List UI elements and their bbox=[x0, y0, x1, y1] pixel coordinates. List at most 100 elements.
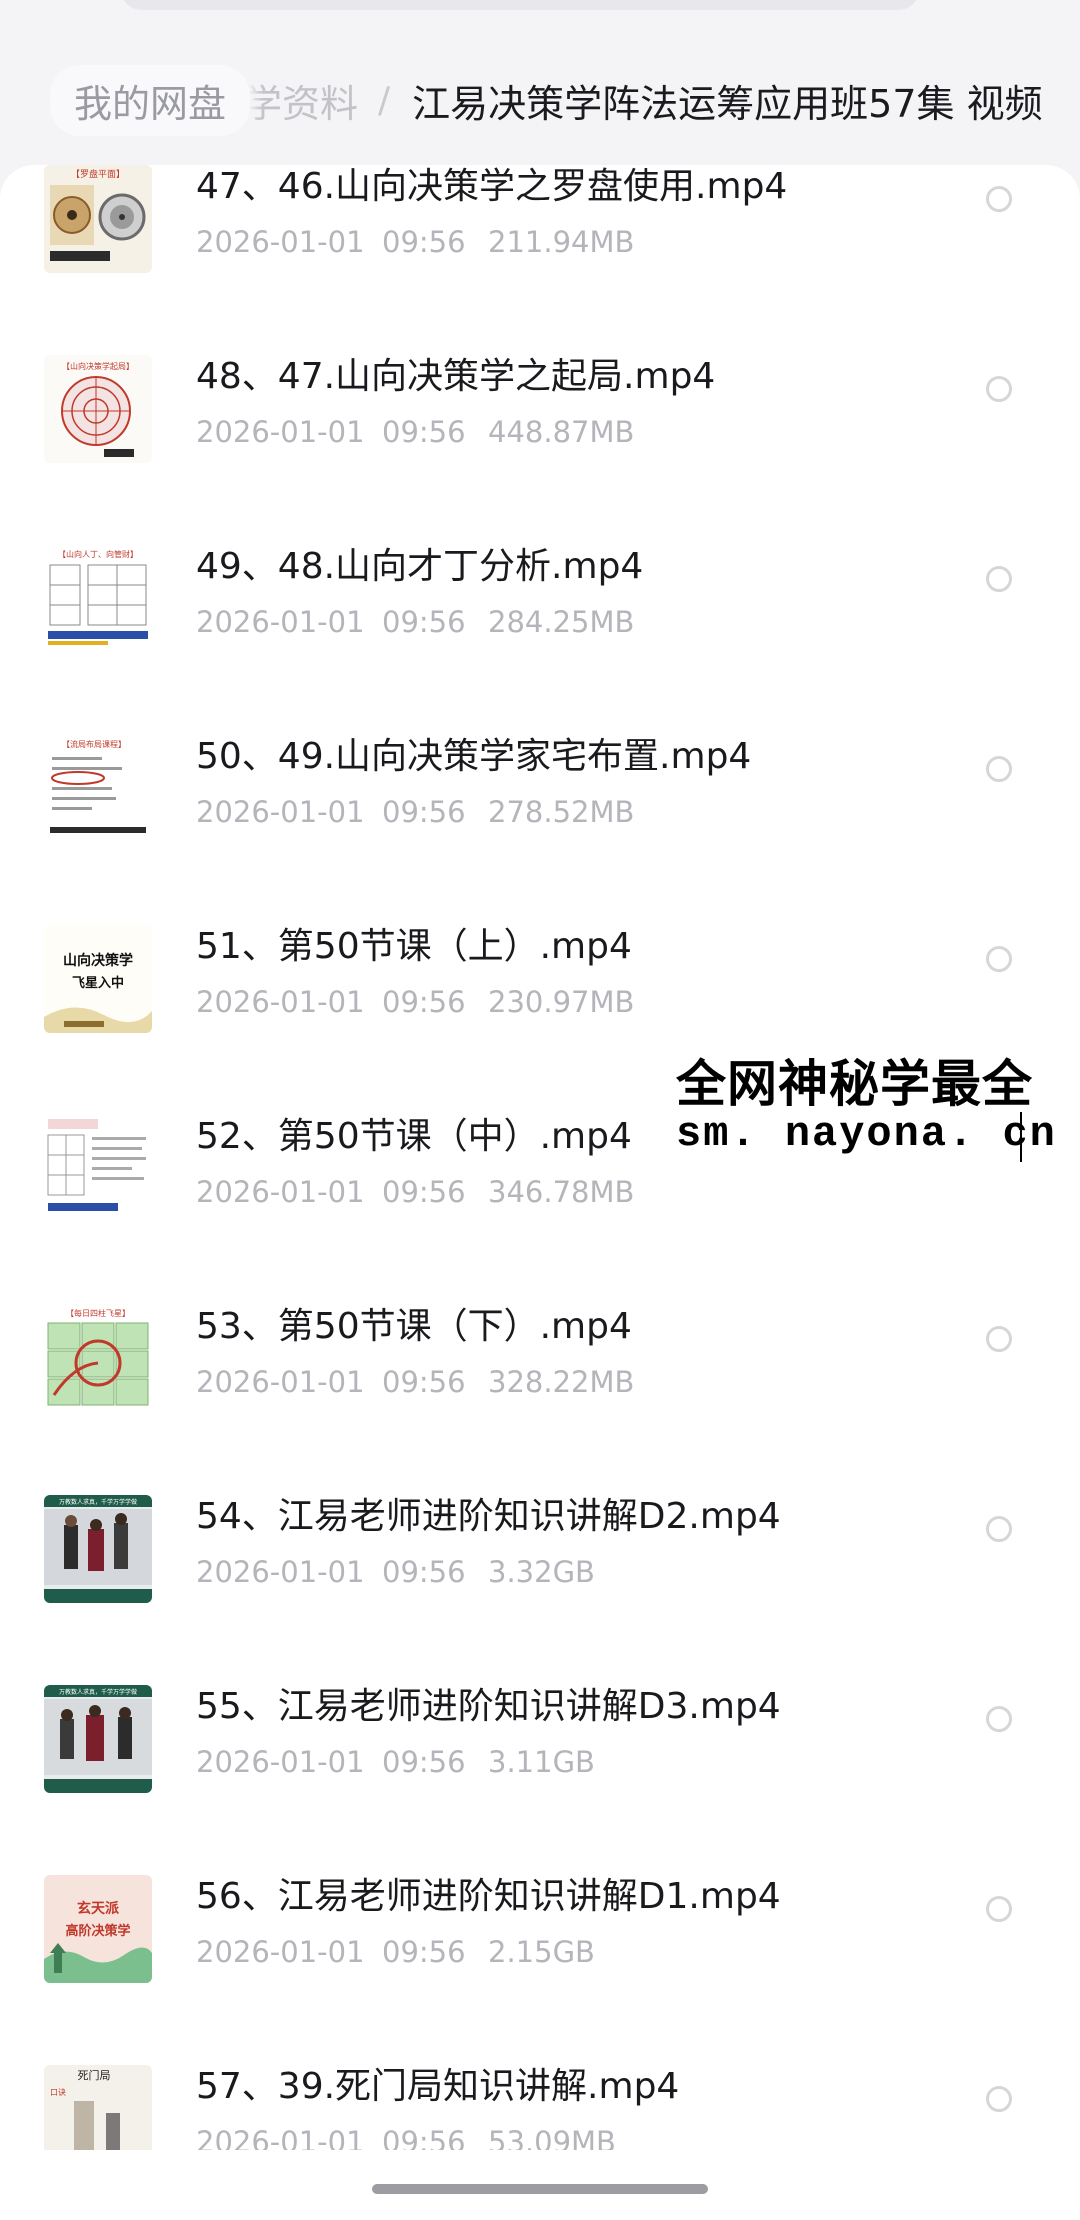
file-row[interactable]: 【流局布局课程】 50、49.山向决策学家宅布置.mp4 2026-01-01 … bbox=[0, 735, 1080, 925]
file-name: 53、第50节课（下）.mp4 bbox=[196, 1306, 632, 1347]
file-size: 284.25MB bbox=[488, 605, 635, 639]
file-row[interactable]: 万教数人求真，千学万学学做 54、江易老师进阶知识讲解D2.mp4 2026-0… bbox=[0, 1495, 1080, 1685]
file-time: 09:56 bbox=[382, 795, 466, 829]
file-date: 2026-01-01 bbox=[196, 1555, 365, 1589]
home-indicator[interactable] bbox=[372, 2184, 708, 2194]
file-size: 211.94MB bbox=[488, 225, 635, 259]
classroom-photo: 万教数人求真，千学万学学做 bbox=[44, 1495, 152, 1603]
thumb-caption: 万教数人求真，千学万学学做 bbox=[59, 1688, 137, 1696]
breadcrumb-root-link[interactable]: 我的网盘 bbox=[50, 64, 251, 136]
breadcrumb-current-folder: 江易决策学阵法运筹应用班57集 视频 bbox=[412, 81, 1043, 126]
file-time: 09:56 bbox=[382, 985, 466, 1019]
file-name: 49、48.山向才丁分析.mp4 bbox=[196, 546, 644, 587]
file-name: 55、江易老师进阶知识讲解D3.mp4 bbox=[196, 1686, 781, 1727]
text-caret bbox=[1020, 1112, 1022, 1162]
thumb-caption: 【山向人丁、向管财】 bbox=[58, 549, 138, 559]
select-radio[interactable] bbox=[986, 186, 1012, 212]
thumb-title: 山向决策学 bbox=[63, 952, 133, 969]
file-size: 328.22MB bbox=[488, 1365, 635, 1399]
breadcrumb: 我的网盘 学资料 / 江易决策学阵法运筹应用班57集 视频 bbox=[0, 60, 1080, 140]
video-thumbnail: 【流局布局课程】 bbox=[44, 735, 152, 843]
video-thumbnail: 玄天派 高阶决策学 bbox=[44, 1875, 152, 1983]
file-date: 2026-01-01 bbox=[196, 225, 365, 259]
thumb-subtitle: 高阶决策学 bbox=[65, 1923, 130, 1939]
file-size: 448.87MB bbox=[488, 415, 635, 449]
watermark-title: 全网神秘学最全 bbox=[676, 1055, 1033, 1113]
breadcrumb-separator: / bbox=[378, 79, 391, 121]
course-cover-image: 玄天派 高阶决策学 bbox=[44, 1875, 152, 1983]
file-size: 278.52MB bbox=[488, 795, 635, 829]
slide-list-image: 【流局布局课程】 bbox=[44, 735, 152, 843]
file-time: 09:56 bbox=[382, 1555, 466, 1589]
watermark-banner: 全网神秘学最全 sm. nayona. cn bbox=[676, 1040, 1080, 1170]
thumb-title: 死门局 bbox=[78, 2068, 111, 2082]
thumb-caption: 【流局布局课程】 bbox=[62, 739, 126, 749]
file-date: 2026-01-01 bbox=[196, 1175, 365, 1209]
thumb-caption: 【山向决策学起局】 bbox=[62, 361, 134, 371]
file-size: 230.97MB bbox=[488, 985, 635, 1019]
file-name: 52、第50节课（中）.mp4 bbox=[196, 1116, 632, 1157]
file-row[interactable]: 【每日四柱飞星】 53、第50节课（下）.mp4 2026-01-01 09:5… bbox=[0, 1305, 1080, 1495]
select-radio[interactable] bbox=[986, 1326, 1012, 1352]
file-date: 2026-01-01 bbox=[196, 415, 365, 449]
file-time: 09:56 bbox=[382, 1175, 466, 1209]
select-radio[interactable] bbox=[986, 946, 1012, 972]
thumb-caption: 【每日四柱飞星】 bbox=[66, 1308, 130, 1318]
file-row[interactable]: 【山向决策学起局】 48、47.山向决策学之起局.mp4 2026-01-01 … bbox=[0, 355, 1080, 545]
select-radio[interactable] bbox=[986, 756, 1012, 782]
compass-image: 【罗盘平面】 bbox=[44, 165, 152, 273]
thumb-title: 玄天派 bbox=[77, 1900, 120, 1917]
title-card-image: 山向决策学 飞星入中 bbox=[44, 925, 152, 1033]
video-thumbnail: 【每日四柱飞星】 bbox=[44, 1305, 152, 1413]
watermark-url: sm. nayona. cn bbox=[676, 1110, 1057, 1158]
file-name: 54、江易老师进阶知识讲解D2.mp4 bbox=[196, 1496, 781, 1537]
thumb-caption: 【罗盘平面】 bbox=[71, 168, 125, 180]
select-radio[interactable] bbox=[986, 1896, 1012, 1922]
video-thumbnail: 【罗盘平面】 bbox=[44, 165, 152, 273]
file-size: 3.32GB bbox=[488, 1555, 595, 1589]
select-radio[interactable] bbox=[986, 1516, 1012, 1542]
luopan-chart-image: 【山向决策学起局】 bbox=[44, 355, 152, 463]
file-size: 3.11GB bbox=[488, 1745, 595, 1779]
file-date: 2026-01-01 bbox=[196, 1365, 365, 1399]
file-time: 09:56 bbox=[382, 1935, 466, 1969]
thumb-subtitle: 口诀 bbox=[50, 2087, 66, 2097]
video-thumbnail: 【山向人丁、向管财】 bbox=[44, 545, 152, 653]
select-radio[interactable] bbox=[986, 1706, 1012, 1732]
file-date: 2026-01-01 bbox=[196, 985, 365, 1019]
file-row[interactable]: 万教数人求真，千学万学学做 55、江易老师进阶知识讲解D3.mp4 2026-0… bbox=[0, 1685, 1080, 1875]
video-thumbnail: 【山向决策学起局】 bbox=[44, 355, 152, 463]
file-name: 48、47.山向决策学之起局.mp4 bbox=[196, 356, 716, 397]
file-name: 56、江易老师进阶知识讲解D1.mp4 bbox=[196, 1876, 781, 1917]
thumb-subtitle: 飞星入中 bbox=[72, 975, 124, 991]
file-row[interactable]: 玄天派 高阶决策学 56、江易老师进阶知识讲解D1.mp4 2026-01-01… bbox=[0, 1875, 1080, 2065]
select-radio[interactable] bbox=[986, 2086, 1012, 2112]
select-radio[interactable] bbox=[986, 376, 1012, 402]
file-name: 57、39.死门局知识讲解.mp4 bbox=[196, 2066, 680, 2107]
file-time: 09:56 bbox=[382, 605, 466, 639]
file-time: 09:56 bbox=[382, 415, 466, 449]
file-name: 51、第50节课（上）.mp4 bbox=[196, 926, 632, 967]
breadcrumb-parent-link[interactable]: 学资料 bbox=[244, 73, 358, 128]
file-date: 2026-01-01 bbox=[196, 1935, 365, 1969]
file-name: 47、46.山向决策学之罗盘使用.mp4 bbox=[196, 166, 788, 207]
file-date: 2026-01-01 bbox=[196, 1745, 365, 1779]
file-date: 2026-01-01 bbox=[196, 795, 365, 829]
video-thumbnail: 万教数人求真，千学万学学做 bbox=[44, 1685, 152, 1793]
file-list: 【罗盘平面】 47、46.山向决策学之罗盘使用.mp4 2026-01-01 0… bbox=[0, 165, 1080, 2220]
classroom-photo: 万教数人求真，千学万学学做 bbox=[44, 1685, 152, 1793]
top-bar-edge bbox=[120, 0, 920, 10]
video-thumbnail bbox=[44, 1115, 152, 1223]
table-slide-image bbox=[44, 1115, 152, 1223]
file-size: 2.15GB bbox=[488, 1935, 595, 1969]
file-time: 09:56 bbox=[382, 225, 466, 259]
file-time: 09:56 bbox=[382, 1365, 466, 1399]
file-row[interactable]: 【山向人丁、向管财】 49、48.山向才丁分析.mp4 2026-01-01 0… bbox=[0, 545, 1080, 735]
file-row[interactable]: 【罗盘平面】 47、46.山向决策学之罗盘使用.mp4 2026-01-01 0… bbox=[0, 165, 1080, 355]
green-grid-image: 【每日四柱飞星】 bbox=[44, 1305, 152, 1413]
video-thumbnail: 万教数人求真，千学万学学做 bbox=[44, 1495, 152, 1603]
file-date: 2026-01-01 bbox=[196, 605, 365, 639]
file-size: 346.78MB bbox=[488, 1175, 635, 1209]
file-time: 09:56 bbox=[382, 1745, 466, 1779]
select-radio[interactable] bbox=[986, 566, 1012, 592]
